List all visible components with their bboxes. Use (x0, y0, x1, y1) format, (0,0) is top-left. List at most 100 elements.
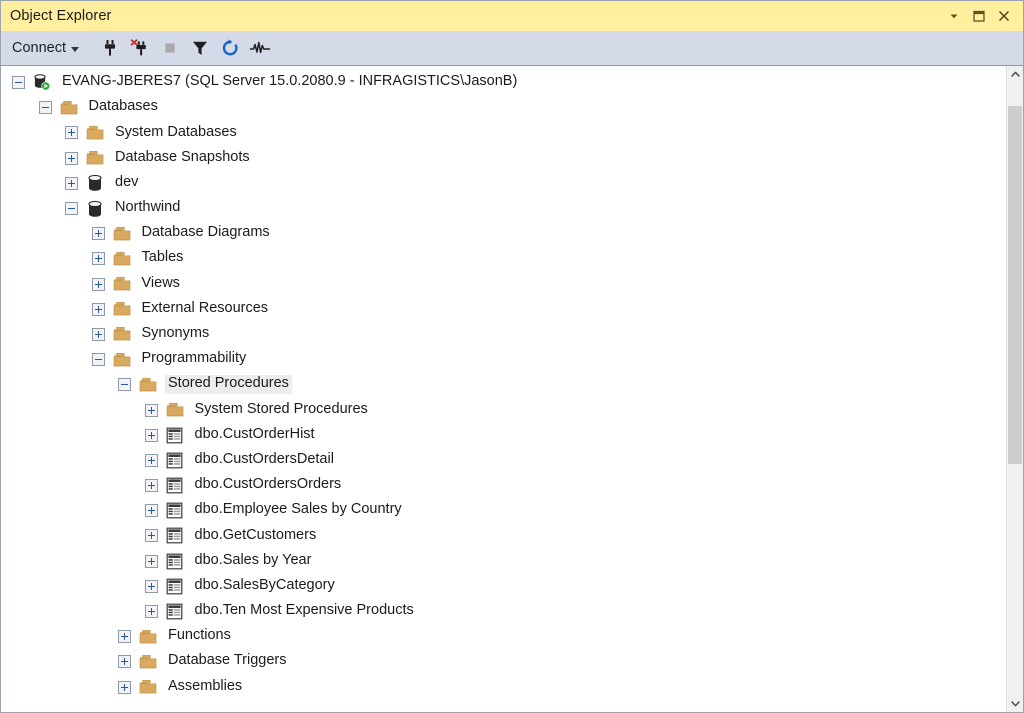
folder-icon (113, 302, 130, 316)
disconnect-button[interactable] (127, 35, 153, 61)
stored-procedure-icon (166, 603, 183, 620)
tree-node[interactable]: External Resources (1, 297, 1006, 322)
folder-icon (86, 151, 104, 165)
tree-node[interactable]: Database Diagrams (1, 221, 1006, 246)
folder-icon (113, 327, 130, 341)
tree-collapse-toggle[interactable] (91, 353, 105, 367)
tree-node-label: dbo.Employee Sales by Country (194, 501, 402, 518)
stored-procedure-icon (166, 451, 184, 469)
window-dropdown-button[interactable] (943, 5, 965, 27)
window-close-button[interactable] (993, 5, 1015, 27)
tree-node[interactable]: Tables (1, 246, 1006, 271)
tree-collapse-toggle[interactable] (12, 76, 25, 90)
stored-procedure-icon (166, 527, 184, 545)
vertical-scrollbar[interactable] (1006, 66, 1023, 712)
folder-icon (113, 275, 131, 293)
tree-node[interactable]: Stored Procedures (1, 372, 1006, 397)
tree-expand-toggle[interactable] (144, 605, 158, 619)
tree-node[interactable]: Databases (1, 95, 1006, 120)
tree-node[interactable]: Views (1, 272, 1006, 297)
tree-node-label: dbo.CustOrderHist (194, 425, 315, 442)
tree-node[interactable]: Programmability (1, 347, 1006, 372)
tree-node-label: EVANG-JBERES7 (SQL Server 15.0.2080.9 - … (62, 73, 518, 90)
tree-expand-toggle[interactable] (118, 630, 131, 644)
tree-expand-toggle[interactable] (144, 504, 158, 518)
tree-expand-toggle[interactable] (144, 403, 158, 417)
tree-expand-toggle[interactable] (91, 302, 105, 316)
tree-node[interactable]: dbo.GetCustomers (1, 523, 1006, 548)
object-explorer-panel: Object Explorer Connect EVANG-JBERES7 (S… (0, 0, 1024, 713)
tree-expand-toggle[interactable] (144, 554, 158, 568)
tree-expand-toggle[interactable] (144, 529, 158, 543)
tree-node[interactable]: Functions (1, 624, 1006, 649)
refresh-button[interactable] (217, 35, 243, 61)
folder-icon (139, 629, 157, 644)
stored-procedure-icon (166, 552, 184, 570)
tree-expand-toggle[interactable] (118, 655, 131, 669)
panel-title: Object Explorer (10, 8, 112, 24)
scrollbar-thumb[interactable] (1008, 105, 1022, 465)
folder-icon (139, 376, 157, 394)
connect-button[interactable]: Connect (10, 37, 85, 59)
tree-expand-toggle[interactable] (144, 479, 158, 493)
stored-procedure-icon (166, 553, 183, 570)
folder-icon (166, 401, 184, 419)
plug-connect-icon (100, 38, 120, 58)
scrollbar-up-button[interactable] (1007, 66, 1023, 83)
tree-collapse-toggle[interactable] (65, 202, 78, 216)
tree-expand-toggle[interactable] (144, 453, 158, 467)
tree-node[interactable]: Synonyms (1, 322, 1006, 347)
folder-icon (86, 126, 104, 140)
tree-node[interactable]: dbo.Ten Most Expensive Products (1, 599, 1006, 624)
tree-expand-toggle[interactable] (65, 151, 78, 165)
folder-icon (139, 678, 157, 696)
window-controls (943, 5, 1015, 27)
tree-node-label: Northwind (115, 199, 181, 216)
folder-icon (113, 251, 130, 266)
tree-node[interactable]: dbo.Sales by Year (1, 549, 1006, 574)
folder-icon (113, 352, 130, 367)
tree-node[interactable]: Northwind (1, 196, 1006, 221)
tree-node[interactable]: EVANG-JBERES7 (SQL Server 15.0.2080.9 - … (1, 70, 1006, 95)
titlebar: Object Explorer (1, 1, 1023, 31)
tree-node[interactable]: dbo.CustOrdersDetail (1, 448, 1006, 473)
tree-collapse-toggle[interactable] (118, 378, 131, 392)
filter-button[interactable] (187, 35, 213, 61)
scrollbar-down-button[interactable] (1007, 695, 1023, 712)
tree-expand-toggle[interactable] (65, 126, 78, 140)
stored-procedure-icon (166, 578, 183, 595)
tree-expand-toggle[interactable] (118, 680, 131, 694)
stop-button[interactable] (157, 35, 183, 61)
tree-node[interactable]: Assemblies (1, 675, 1006, 700)
tree-node[interactable]: System Databases (1, 120, 1006, 145)
object-explorer-tree[interactable]: EVANG-JBERES7 (SQL Server 15.0.2080.9 - … (1, 66, 1006, 712)
tree-node[interactable]: dbo.SalesByCategory (1, 574, 1006, 599)
tree-node-label: Views (141, 274, 180, 291)
tree-node[interactable]: Database Triggers (1, 649, 1006, 674)
stored-procedure-icon (166, 577, 184, 595)
tree-node[interactable]: dev (1, 171, 1006, 196)
tree-expand-toggle[interactable] (65, 176, 78, 190)
tree-expand-toggle[interactable] (91, 252, 105, 266)
tree-node[interactable]: dbo.Employee Sales by Country (1, 498, 1006, 523)
folder-icon (139, 680, 157, 694)
tree-expand-toggle[interactable] (91, 227, 105, 241)
tree-node-label: Database Diagrams (141, 224, 270, 241)
connect-object-explorer-button[interactable] (97, 35, 123, 61)
tree-expand-toggle[interactable] (91, 277, 105, 291)
tree-node[interactable]: System Stored Procedures (1, 397, 1006, 422)
tree-node[interactable]: Database Snapshots (1, 146, 1006, 171)
tree-expand-toggle[interactable] (91, 327, 105, 341)
stored-procedure-icon (166, 426, 184, 444)
tree-node-label: dbo.CustOrdersOrders (194, 476, 342, 493)
tree-expand-toggle[interactable] (144, 428, 158, 442)
activity-monitor-button[interactable] (247, 35, 273, 61)
tree-collapse-toggle[interactable] (38, 101, 52, 115)
tree-expand-toggle[interactable] (144, 579, 158, 593)
window-maximize-button[interactable] (968, 5, 990, 27)
database-icon (86, 174, 104, 192)
stored-procedure-icon (166, 477, 184, 495)
tree-node[interactable]: dbo.CustOrderHist (1, 423, 1006, 448)
tree-node[interactable]: dbo.CustOrdersOrders (1, 473, 1006, 498)
stored-procedure-icon (166, 452, 183, 469)
